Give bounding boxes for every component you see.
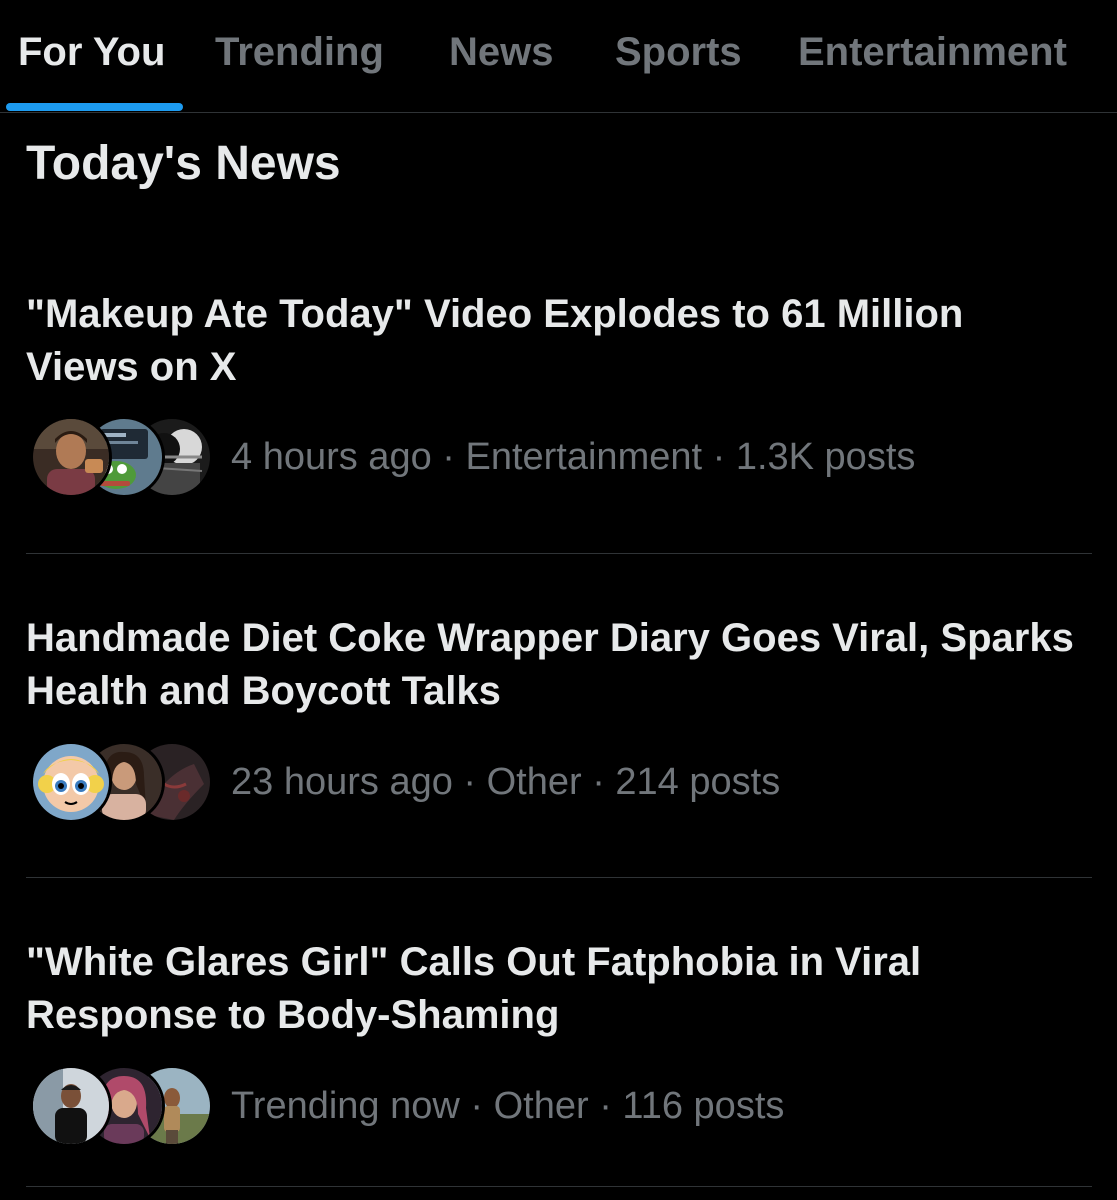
- tab-bar: For You Trending News Sports Entertainme…: [0, 0, 1117, 113]
- divider: [26, 553, 1092, 554]
- news-meta: 4 hours ago · Entertainment · 1.3K posts: [231, 436, 916, 478]
- avatar: [30, 1065, 112, 1147]
- tab-news[interactable]: News: [449, 22, 554, 82]
- active-tab-indicator: [6, 103, 183, 111]
- news-headline[interactable]: "Makeup Ate Today" Video Explodes to 61 …: [26, 288, 1086, 394]
- tab-for-you[interactable]: For You: [18, 22, 165, 82]
- avatar-stack: [26, 1065, 213, 1147]
- divider: [26, 877, 1092, 878]
- tab-entertainment[interactable]: Entertainment: [798, 22, 1067, 82]
- news-meta-row: 23 hours ago · Other · 214 posts: [26, 741, 1086, 823]
- news-headline[interactable]: Handmade Diet Coke Wrapper Diary Goes Vi…: [26, 612, 1086, 718]
- news-meta: 23 hours ago · Other · 214 posts: [231, 761, 781, 803]
- news-meta: Trending now · Other · 116 posts: [231, 1085, 785, 1127]
- news-meta-row: 4 hours ago · Entertainment · 1.3K posts: [26, 416, 1086, 498]
- news-meta-row: Trending now · Other · 116 posts: [26, 1065, 1086, 1147]
- divider: [26, 1186, 1092, 1187]
- avatar: [30, 416, 112, 498]
- tab-trending[interactable]: Trending: [215, 22, 384, 82]
- section-title: Today's News: [26, 137, 341, 190]
- tab-sports[interactable]: Sports: [615, 22, 742, 82]
- avatar-stack: [26, 741, 213, 823]
- news-headline[interactable]: "White Glares Girl" Calls Out Fatphobia …: [26, 936, 1086, 1042]
- avatar-stack: [26, 416, 213, 498]
- avatar: [30, 741, 112, 823]
